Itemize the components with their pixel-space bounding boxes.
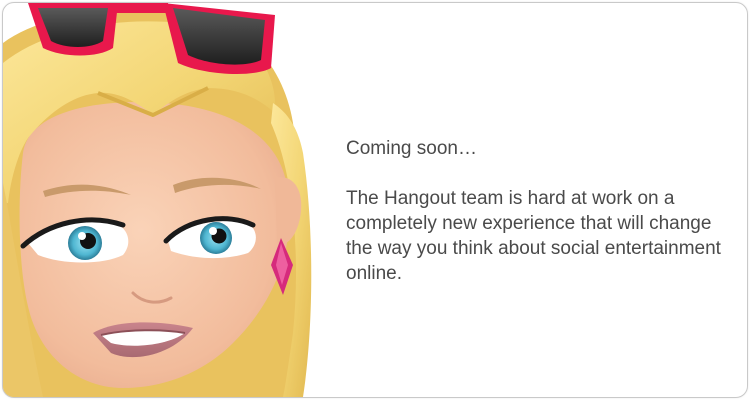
avatar-illustration — [3, 3, 313, 397]
coming-soon-heading: Coming soon… — [346, 138, 477, 159]
coming-soon-dialog: Coming soon… The Hangout team is hard at… — [2, 2, 748, 398]
coming-soon-body: The Hangout team is hard at work on a co… — [346, 188, 721, 284]
coming-soon-message: Coming soon… The Hangout team is hard at… — [346, 136, 726, 286]
